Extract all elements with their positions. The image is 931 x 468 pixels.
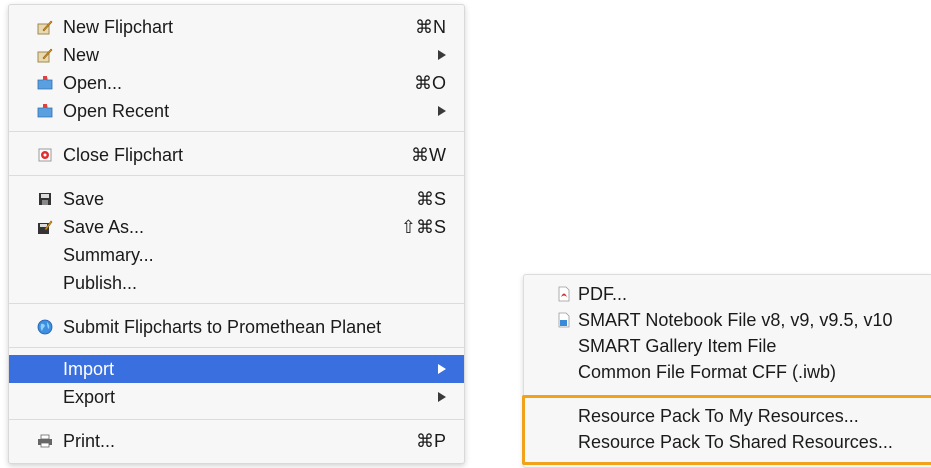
submenu-item-common-file-format[interactable]: Common File Format CFF (.iwb) (524, 359, 931, 385)
submenu-item-label: Resource Pack To My Resources... (578, 406, 859, 426)
menu-item-new[interactable]: New (9, 41, 464, 69)
menu-item-label: New (63, 45, 100, 65)
submenu-arrow-icon (438, 364, 446, 374)
shortcut: ⌘S (415, 189, 446, 209)
shortcut: ⌘O (413, 73, 446, 93)
menu-item-new-flipchart[interactable]: New Flipchart ⌘N (9, 13, 464, 41)
file-menu: New Flipchart ⌘N New Open... ⌘O Open Rec… (8, 4, 465, 464)
menu-item-import[interactable]: Import (9, 355, 464, 383)
submenu-item-pdf[interactable]: PDF... (524, 281, 931, 307)
shortcut: ⌘N (415, 17, 446, 37)
folder-icon (37, 76, 53, 90)
document-icon (558, 312, 570, 328)
submenu-arrow-icon (438, 392, 446, 402)
submenu-arrow-icon (438, 106, 446, 116)
menu-separator (9, 303, 464, 304)
submenu-item-label: Resource Pack To Shared Resources... (578, 432, 893, 452)
menu-item-save[interactable]: Save ⌘S (9, 185, 464, 213)
shortcut: ⌘P (415, 431, 446, 451)
menu-item-close-flipchart[interactable]: Close Flipchart ⌘W (9, 141, 464, 169)
submenu-arrow-icon (438, 50, 446, 60)
globe-icon (37, 319, 53, 335)
submenu-item-resource-pack-my[interactable]: Resource Pack To My Resources... (524, 403, 931, 429)
menu-item-label: Summary... (63, 245, 154, 265)
menu-separator (9, 175, 464, 176)
menu-item-label: Save (63, 189, 105, 209)
menu-item-label: Open Recent (63, 101, 170, 121)
folder-icon (37, 104, 53, 118)
import-submenu: PDF... SMART Notebook File v8, v9, v9.5,… (522, 274, 931, 468)
menu-item-submit-flipcharts[interactable]: Submit Flipcharts to Promethean Planet (9, 313, 464, 341)
shortcut: ⇧⌘S (400, 217, 446, 237)
menu-item-label: Save As... (63, 217, 145, 237)
shortcut: ⌘W (411, 145, 446, 165)
submenu-item-smart-notebook[interactable]: SMART Notebook File v8, v9, v9.5, v10 (524, 307, 931, 333)
menu-separator (9, 419, 464, 420)
submenu-item-label: Common File Format CFF (.iwb) (578, 362, 837, 382)
submenu-item-label: SMART Gallery Item File (578, 336, 777, 356)
flipchart-pen-icon (37, 20, 53, 35)
menu-item-export[interactable]: Export (9, 383, 464, 411)
save-as-icon (38, 220, 53, 234)
menu-item-open-recent[interactable]: Open Recent (9, 97, 464, 125)
submenu-item-smart-gallery[interactable]: SMART Gallery Item File (524, 333, 931, 359)
menu-item-label: Export (63, 387, 116, 407)
submenu-item-label: SMART Notebook File v8, v9, v9.5, v10 (578, 310, 893, 330)
pdf-icon (558, 286, 570, 302)
menu-separator (9, 131, 464, 132)
menu-item-open[interactable]: Open... ⌘O (9, 69, 464, 97)
menu-item-label: Import (63, 359, 115, 379)
submenu-item-resource-pack-shared[interactable]: Resource Pack To Shared Resources... (524, 429, 931, 455)
menu-item-label: Publish... (63, 273, 138, 293)
menu-item-save-as[interactable]: Save As... ⇧⌘S (9, 213, 464, 241)
menu-separator (9, 347, 464, 348)
submenu-item-label: PDF... (578, 284, 628, 304)
menu-item-summary[interactable]: Summary... (9, 241, 464, 269)
menu-item-label: Close Flipchart (63, 145, 184, 165)
floppy-disk-icon (39, 193, 51, 205)
menu-item-label: New Flipchart (63, 17, 174, 37)
printer-icon (38, 434, 52, 448)
menu-item-publish[interactable]: Publish... (9, 269, 464, 297)
flipchart-pen-icon (37, 48, 53, 63)
menu-item-print[interactable]: Print... ⌘P (9, 427, 464, 455)
close-flipchart-icon (38, 148, 52, 162)
menu-item-label: Print... (63, 431, 116, 451)
menu-item-label: Open... (63, 73, 123, 93)
menu-item-label: Submit Flipcharts to Promethean Planet (63, 317, 382, 337)
